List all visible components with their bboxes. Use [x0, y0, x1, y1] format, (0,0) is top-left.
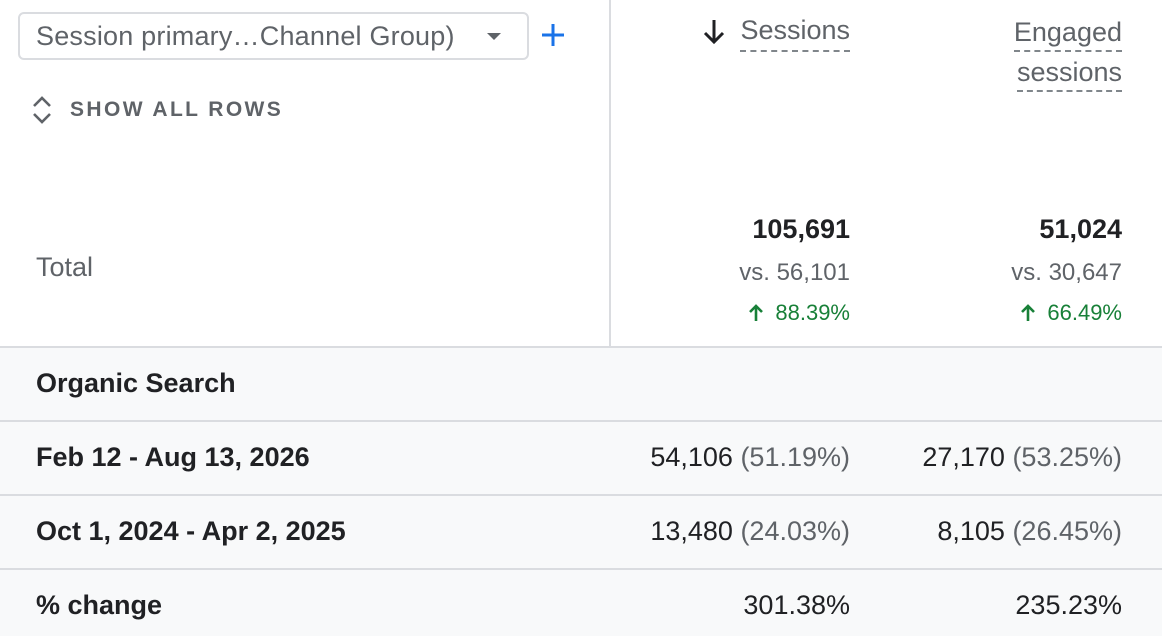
- row-label: Organic Search: [36, 368, 236, 398]
- table-row: Organic Search: [0, 346, 1162, 420]
- row-label: % change: [36, 590, 163, 620]
- sessions-change-value: 88.39%: [775, 300, 850, 325]
- sessions-cell: 54,106 (51.19%): [650, 442, 850, 473]
- plus-icon: [542, 24, 564, 46]
- engaged-value: 8,105: [937, 516, 1005, 546]
- sessions-total-change: 88.39%: [749, 300, 850, 326]
- arrow-up-icon: [1021, 304, 1036, 321]
- table-row: % change 301.38% 235.23%: [0, 568, 1162, 636]
- engaged-percent: (53.25%): [1012, 442, 1122, 472]
- sessions-header-label: Sessions: [740, 12, 850, 52]
- engaged-total-change: 66.49%: [1021, 300, 1122, 326]
- sessions-cell: 301.38%: [743, 590, 850, 621]
- engaged-header-line2: sessions: [1016, 56, 1122, 92]
- sessions-percent: (51.19%): [740, 442, 850, 472]
- engaged-cell: 8,105 (26.45%): [937, 516, 1122, 547]
- engaged-sessions-column-header[interactable]: Engaged sessions: [960, 12, 1122, 92]
- sessions-total-value: 105,691: [752, 214, 850, 244]
- arrow-up-icon: [749, 304, 764, 321]
- engaged-total-comparison: vs. 30,647: [1011, 259, 1122, 286]
- row-label: Feb 12 - Aug 13, 2026: [36, 442, 310, 472]
- sessions-value: 54,106: [650, 442, 733, 472]
- sessions-total-comparison: vs. 56,101: [739, 259, 850, 286]
- engaged-percent: (26.45%): [1012, 516, 1122, 546]
- engaged-header-line1: Engaged: [1013, 16, 1122, 52]
- engaged-change-value: 66.49%: [1047, 300, 1122, 325]
- table-row: Feb 12 - Aug 13, 2026 54,106 (51.19%) 27…: [0, 420, 1162, 494]
- engaged-cell: 27,170 (53.25%): [922, 442, 1122, 473]
- engaged-value: 27,170: [922, 442, 1005, 472]
- row-label: Oct 1, 2024 - Apr 2, 2025: [36, 516, 346, 546]
- sessions-value: 13,480: [650, 516, 733, 546]
- unfold-more-icon: [33, 96, 51, 124]
- engaged-cell: 235.23%: [1015, 590, 1122, 621]
- dimension-selector-label: Session primary…Channel Group): [36, 20, 455, 51]
- dimension-selector[interactable]: Session primary…Channel Group): [18, 12, 529, 60]
- engaged-total-value: 51,024: [1039, 214, 1122, 244]
- show-all-rows-label: SHOW ALL ROWS: [70, 98, 284, 121]
- show-all-rows-button[interactable]: SHOW ALL ROWS: [30, 94, 283, 126]
- sessions-percent: (24.03%): [740, 516, 850, 546]
- engaged-value: 235.23%: [1015, 590, 1122, 620]
- sessions-column-header[interactable]: Sessions: [690, 12, 850, 52]
- total-label: Total: [36, 252, 94, 282]
- add-dimension-button[interactable]: [537, 18, 569, 52]
- table-row: Oct 1, 2024 - Apr 2, 2025 13,480 (24.03%…: [0, 494, 1162, 568]
- caret-down-icon: [487, 33, 501, 40]
- arrow-down-icon: [704, 20, 725, 45]
- sessions-cell: 13,480 (24.03%): [650, 516, 850, 547]
- sessions-value: 301.38%: [743, 590, 850, 620]
